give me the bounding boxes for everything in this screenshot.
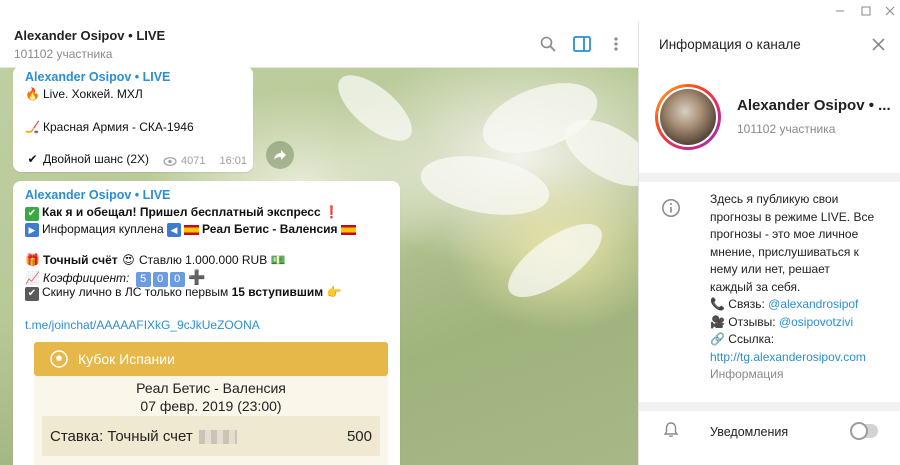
website-link[interactable]: http://tg.alexanderosipov.com [710, 349, 890, 367]
bet-label: Ставка: Точный счет [50, 427, 193, 445]
invite-link[interactable]: t.me/joinchat/AAAAAFIXkG_9cJkUeZOONA [25, 318, 260, 332]
reviews-row: 🎥 Отзывы: @osipovotzivi [710, 314, 854, 329]
message-line: 🎁 Точный счёт 😍 Ставлю 1.000.000 RUB 💵 [25, 253, 286, 267]
bet-row: Ставка: Точный счет 500 [42, 416, 380, 456]
message-line: 🏒 Красная Армия - СКА-1946 [25, 120, 194, 134]
toggle-knob [850, 422, 868, 440]
phone-icon: 📞 [710, 297, 725, 311]
play-icon: ▶ [25, 223, 39, 237]
message-line: ✔ Как я и обещал! Пришел бесплатный экспр… [25, 205, 339, 221]
contact-link[interactable]: @alexandrosipof [768, 297, 858, 311]
chart-up-icon: 📈 [25, 271, 40, 285]
match-card[interactable]: Реал Бетис - Валенсия 07 февр. 2019 (23:… [34, 376, 388, 465]
heart-eyes-icon: 😍 [122, 253, 135, 267]
hockey-icon: 🏒 [25, 120, 40, 134]
fire-icon: 🔥 [25, 87, 40, 101]
message-bubble[interactable]: Alexander Osipov • LIVE 🔥 Live. Хоккей. М… [13, 66, 253, 172]
spain-flag-icon [340, 224, 356, 235]
channel-subscribers: 101102 участника [737, 122, 836, 136]
message-meta: 4071 16:01 [163, 155, 247, 167]
message-author[interactable]: Alexander Osipov • LIVE [25, 188, 170, 202]
section-divider [639, 173, 900, 182]
minimize-icon[interactable] [826, 0, 854, 22]
section-divider [639, 402, 900, 411]
chat-title[interactable]: Alexander Osipov • LIVE [14, 28, 165, 43]
panel-title: Информация о канале [659, 37, 801, 52]
reverse-icon: ◀ [167, 223, 182, 237]
message-line: ▶ Информация куплена ◀ Реал Бетис - Валенс… [25, 222, 359, 237]
views-eye-icon [163, 156, 177, 166]
chat-subscribers: 101102 участника [14, 47, 113, 61]
exclamation-icon: ❗ [323, 205, 339, 219]
checkbox-icon: ✔ [25, 287, 39, 301]
chain-link-icon: 🔗 [710, 332, 725, 346]
more-options-icon[interactable] [604, 32, 628, 56]
close-icon[interactable] [868, 34, 888, 54]
league-card-header[interactable]: Кубок Испании [34, 342, 388, 376]
info-icon [661, 198, 681, 218]
notifications-label: Уведомления [710, 425, 789, 439]
channel-info-panel: Информация о канале Alexander Osipov • .… [638, 22, 900, 465]
sidebar-toggle-icon[interactable] [570, 32, 594, 56]
video-camera-icon: 🎥 [710, 314, 725, 329]
channel-description: Здесь я публикую свои прогнозы в режиме … [710, 191, 890, 384]
message-time: 16:01 [219, 155, 248, 167]
views-count: 4071 [181, 155, 206, 167]
match-teams: Реал Бетис - Валенсия [136, 380, 286, 396]
forward-button[interactable] [266, 141, 294, 169]
channel-avatar[interactable] [655, 84, 721, 150]
message-line: ✔ Двойной шанс (2X) [25, 152, 149, 166]
link-row: 🔗 Ссылка: [710, 332, 775, 346]
match-date: 07 февр. 2019 (23:00) [140, 398, 282, 414]
reviews-link[interactable]: @osipovotzivi [779, 315, 853, 329]
pointing-icon: 👉 [326, 285, 342, 299]
message-author[interactable]: Alexander Osipov • LIVE [25, 70, 170, 84]
soccer-ball-icon [50, 350, 68, 368]
chat-header[interactable]: Alexander Osipov • LIVE 101102 участника [0, 22, 638, 68]
gift-icon: 🎁 [25, 253, 40, 267]
spain-flag-icon [184, 224, 200, 235]
notifications-toggle[interactable] [850, 422, 878, 440]
plus-icon: ➕ [188, 269, 206, 285]
league-name: Кубок Испании [78, 351, 175, 367]
check-box-icon: ✔ [25, 207, 39, 221]
bet-value: 500 [346, 427, 372, 445]
money-icon: 💵 [270, 253, 286, 267]
close-window-icon[interactable] [876, 0, 900, 22]
contact-row: 📞 Связь: @alexandrosipof [710, 297, 859, 311]
window-titlebar [0, 0, 900, 22]
bell-icon [661, 420, 681, 440]
check-icon: ✔ [27, 152, 38, 166]
blurred-score [198, 429, 237, 444]
forward-arrow-icon [274, 150, 286, 160]
info-caption: Информация [710, 367, 784, 381]
search-icon[interactable] [536, 32, 560, 56]
message-line: ✔ Скину лично в ЛС только первым 15 вступ… [25, 285, 345, 301]
channel-name: Alexander Osipov • ... [737, 97, 891, 114]
message-line: 🔥 Live. Хоккей. МХЛ [25, 87, 143, 101]
